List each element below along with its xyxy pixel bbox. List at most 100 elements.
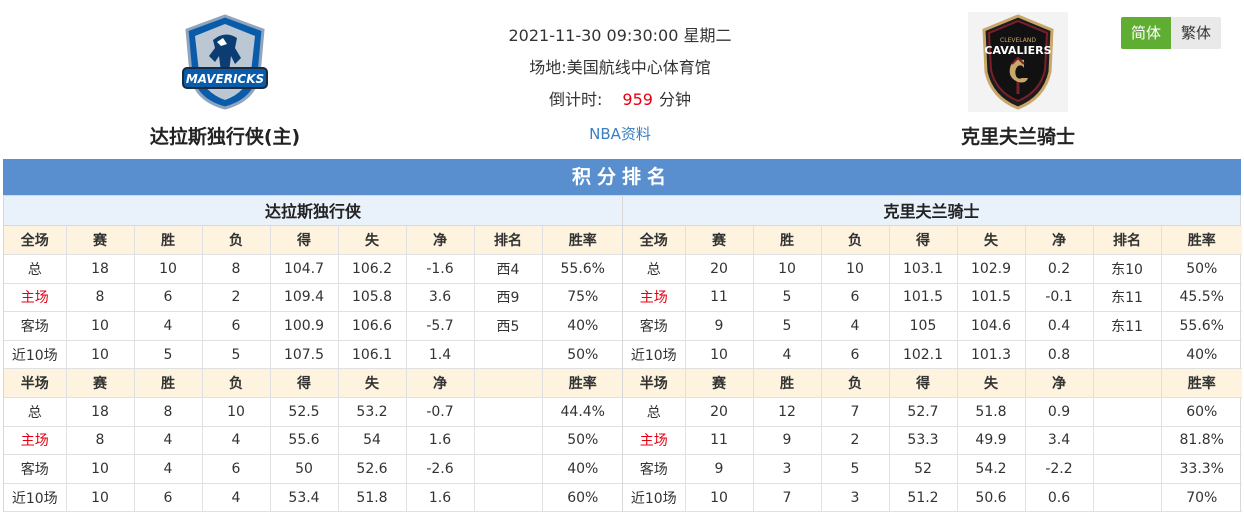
table-cell: 40%	[542, 454, 623, 484]
table-cell: 3	[821, 483, 890, 512]
table-cell: 1.6	[406, 483, 475, 512]
header-cell: 负	[202, 226, 271, 256]
table-cell: 106.6	[338, 311, 407, 341]
table-cell: 51.2	[889, 483, 958, 512]
table-cell: 109.4	[270, 283, 339, 313]
table-cell: 18	[66, 254, 135, 284]
header-cell: 失	[957, 368, 1026, 399]
table-cell: 4	[202, 483, 271, 512]
table-cell: 50%	[1161, 254, 1242, 284]
table-cell: 4	[753, 340, 822, 370]
table-row: 主场 8 4 4 55.6 54 1.6 50%	[4, 426, 623, 456]
header-cell: 全场	[623, 226, 686, 256]
table-row: 主场 11 5 6 101.5 101.5 -0.1 东11 45.5%	[623, 283, 1242, 313]
header-cell: 负	[202, 368, 271, 399]
table-cell: 5	[134, 340, 203, 370]
cavaliers-logo-icon[interactable]: CLEVELAND CAVALIERS	[968, 12, 1068, 112]
table-cell: 9	[685, 454, 754, 484]
table-cell: 3	[753, 454, 822, 484]
table-cell: 20	[685, 397, 754, 427]
header-cell: 胜率	[1161, 226, 1242, 256]
header-cell: 胜	[753, 368, 822, 399]
row-label-cell: 客场	[4, 454, 67, 484]
home-team-name: 达拉斯独行侠(主)	[149, 126, 301, 148]
table-cell: 54	[338, 426, 407, 456]
table-cell	[1093, 340, 1162, 370]
table-cell: 8	[202, 254, 271, 284]
header-cell: 净	[406, 226, 475, 256]
away-standings-table: 全场赛胜负得失净排名 胜率总 20 10 10 103.1 102.9 0.2 东10 50% 主场…	[623, 226, 1242, 512]
table-cell: 6	[134, 283, 203, 313]
table-cell: 60%	[542, 483, 623, 512]
row-label-cell: 近10场	[4, 340, 67, 370]
table-cell: 51.8	[957, 397, 1026, 427]
table-cell: -5.7	[406, 311, 475, 341]
mavericks-logo-icon[interactable]: MAVERICKS	[175, 12, 275, 112]
away-standings-title: 克里夫兰骑士	[623, 195, 1240, 226]
table-row: 近10场 10 7 3 51.2 50.6 0.6 70%	[623, 483, 1242, 512]
table-cell: 10	[66, 454, 135, 484]
header-cell: 胜率	[542, 226, 623, 256]
row-label-cell: 近10场	[623, 340, 686, 370]
table-cell: 西5	[474, 311, 543, 341]
traditional-chinese-button[interactable]: 繁体	[1171, 17, 1221, 49]
language-switch: 简体 繁体	[1121, 17, 1221, 49]
countdown-label: 倒计时:	[549, 90, 603, 109]
table-cell: 11	[685, 426, 754, 456]
header-cell: 失	[338, 368, 407, 399]
table-cell: 东11	[1093, 283, 1162, 313]
table-cell: 0.4	[1025, 311, 1094, 341]
table-cell: 5	[753, 311, 822, 341]
header-cell: 得	[270, 226, 339, 256]
row-label-cell: 主场	[623, 283, 686, 313]
table-cell: 45.5%	[1161, 283, 1242, 313]
table-cell: -0.1	[1025, 283, 1094, 313]
table-cell: 106.1	[338, 340, 407, 370]
table-cell: 10	[821, 254, 890, 284]
header-cell: 净	[406, 368, 475, 399]
venue-label: 场地:	[529, 58, 567, 77]
table-cell: 10	[202, 397, 271, 427]
table-cell: 2	[821, 426, 890, 456]
match-countdown: 倒计时: 959 分钟	[470, 84, 770, 116]
table-cell: 2	[202, 283, 271, 313]
table-cell: 20	[685, 254, 754, 284]
table-cell	[1093, 397, 1162, 427]
header-cell	[474, 368, 543, 399]
header-cell: 得	[270, 368, 339, 399]
header-cell: 胜率	[542, 368, 623, 399]
table-cell	[474, 397, 543, 427]
table-row: 客场 10 4 6 50 52.6 -2.6 40%	[4, 454, 623, 484]
table-cell	[474, 483, 543, 512]
header-cell: 胜率	[1161, 368, 1242, 399]
table-cell	[474, 426, 543, 456]
table-cell	[1093, 426, 1162, 456]
table-cell: 55.6	[270, 426, 339, 456]
away-team-name: 克里夫兰骑士	[960, 126, 1075, 148]
table-cell: 5	[202, 340, 271, 370]
table-cell: 81.8%	[1161, 426, 1242, 456]
table-cell: 10	[753, 254, 822, 284]
header-cell: 得	[889, 368, 958, 399]
table-cell: 101.5	[957, 283, 1026, 313]
table-cell: -0.7	[406, 397, 475, 427]
table-row: 近10场 10 5 5 107.5 106.1 1.4 50%	[4, 340, 623, 370]
table-row: 近10场 10 4 6 102.1 101.3 0.8 40%	[623, 340, 1242, 370]
header-cell: 失	[338, 226, 407, 256]
table-cell: 8	[66, 426, 135, 456]
header-cell: 半场	[623, 368, 686, 399]
nba-info-link[interactable]: NBA资料	[470, 118, 770, 150]
table-cell: 104.6	[957, 311, 1026, 341]
header-cell: 胜	[134, 226, 203, 256]
table-row: 客场 10 4 6 100.9 106.6 -5.7 西5 40%	[4, 311, 623, 341]
table-cell: 8	[134, 397, 203, 427]
row-label-cell: 客场	[623, 454, 686, 484]
header-cell: 排名	[474, 226, 543, 256]
table-cell: 10	[685, 340, 754, 370]
table-cell: 75%	[542, 283, 623, 313]
table-cell: 52.7	[889, 397, 958, 427]
simplified-chinese-button[interactable]: 简体	[1121, 17, 1171, 49]
table-cell: 西4	[474, 254, 543, 284]
table-cell: 50%	[542, 340, 623, 370]
row-label-cell: 主场	[623, 426, 686, 456]
